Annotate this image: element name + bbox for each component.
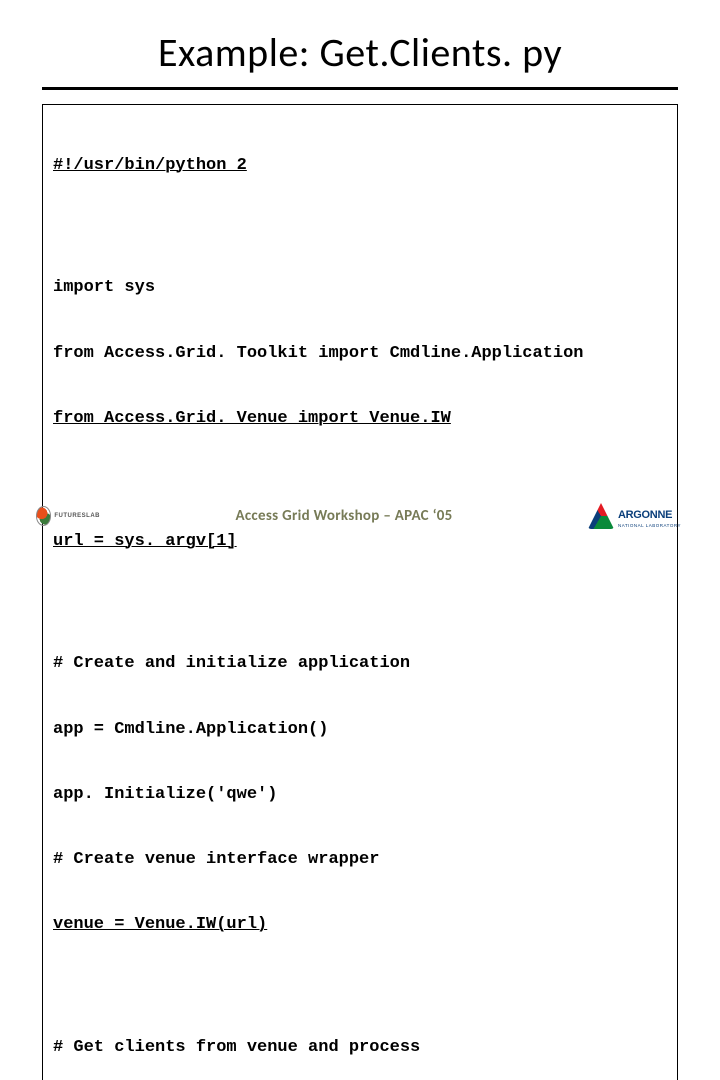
code-block-imports: import sys from Access.Grid. Toolkit imp… (53, 234, 667, 473)
argonne-logo-word: ARGONNE (618, 509, 672, 521)
code-line: app. Initialize('qwe') (53, 784, 667, 806)
footer-text: Access Grid Workshop – APAC ‘05 (235, 507, 452, 525)
code-line: # Create venue interface wrapper (53, 849, 667, 871)
futureslab-logo: FUTURESLAB (36, 505, 100, 527)
code-example-box: #!/usr/bin/python 2 import sys from Acce… (42, 104, 678, 1080)
slide-title: Example: Get.Clients. py (42, 28, 678, 77)
code-block-process: # Get clients from venue and process cli… (53, 994, 667, 1080)
code-line: # Get clients from venue and process (53, 1037, 667, 1059)
code-block-init: # Create and initialize application app … (53, 610, 667, 980)
futureslab-logo-icon (36, 506, 51, 526)
code-line: url = sys. argv[1] (53, 531, 667, 553)
code-block-shebang: #!/usr/bin/python 2 (53, 111, 667, 220)
argonne-logo-icon (588, 503, 614, 529)
argonne-logo: ARGONNE NATIONAL LABORATORY (588, 502, 684, 530)
code-line: from Access.Grid. Toolkit import Cmdline… (53, 343, 667, 365)
futureslab-logo-text: FUTURESLAB (54, 513, 100, 519)
argonne-logo-sub: NATIONAL LABORATORY (618, 523, 681, 528)
slide-footer: FUTURESLAB Access Grid Workshop – APAC ‘… (0, 502, 720, 530)
title-underline (42, 87, 678, 90)
code-line: from Access.Grid. Venue import Venue.IW (53, 408, 667, 430)
code-line: #!/usr/bin/python 2 (53, 155, 667, 177)
code-line: app = Cmdline.Application() (53, 719, 667, 741)
code-line: venue = Venue.IW(url) (53, 914, 667, 936)
code-line: # Create and initialize application (53, 653, 667, 675)
code-line: import sys (53, 277, 667, 299)
